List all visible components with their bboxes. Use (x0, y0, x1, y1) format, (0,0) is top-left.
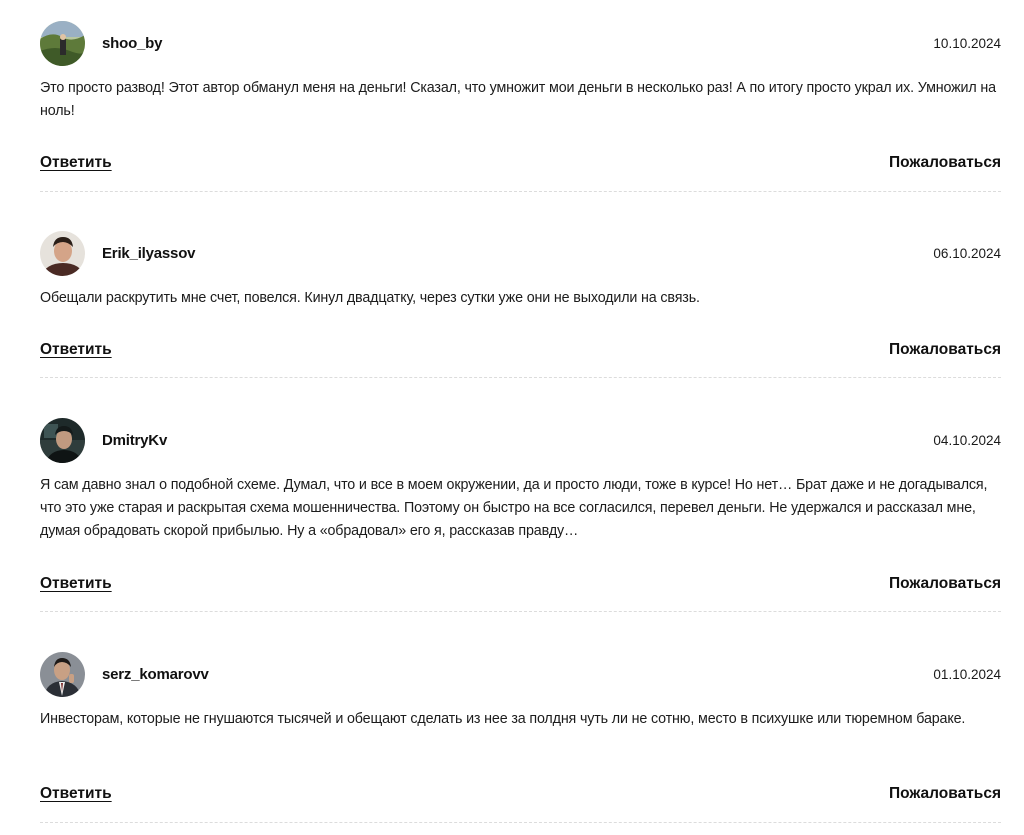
avatar[interactable] (40, 417, 85, 463)
comments-list: shoo_by 10.10.2024 Это просто развод! Эт… (0, 0, 1024, 835)
comment-header: serz_komarovv 01.10.2024 (40, 651, 1001, 697)
report-button[interactable]: Пожаловаться (889, 341, 1001, 359)
avatar[interactable] (40, 20, 85, 66)
comment-text: Я сам давно знал о подобной схеме. Думал… (40, 477, 988, 539)
avatar[interactable] (40, 651, 85, 697)
report-button[interactable]: Пожаловаться (889, 575, 1001, 593)
avatar-man-car-image (40, 417, 85, 463)
comment-item: serz_komarovv 01.10.2024 Инвесторам, кот… (40, 651, 1001, 731)
comment-actions: Ответить Пожаловаться (40, 783, 1001, 805)
comment-header: shoo_by 10.10.2024 (40, 20, 1001, 66)
avatar-landscape-image (40, 20, 85, 66)
avatar-man-portrait-image (40, 230, 85, 276)
comment-date: 10.10.2024 (933, 35, 1001, 51)
reply-button[interactable]: Ответить (40, 341, 112, 359)
comment-actions: Ответить Пожаловаться (40, 339, 1001, 361)
comment-actions: Ответить Пожаловаться (40, 573, 1001, 595)
comment-username[interactable]: serz_komarovv (102, 666, 209, 683)
comment-divider (40, 822, 1001, 823)
report-button[interactable]: Пожаловаться (889, 785, 1001, 803)
comment-date: 04.10.2024 (933, 432, 1001, 448)
comment-item: DmitryKv 04.10.2024 Я сам давно знал о п… (40, 417, 1001, 543)
avatar-man-suit-image (40, 651, 85, 697)
comment-divider (40, 611, 1001, 612)
comment-date: 01.10.2024 (933, 666, 1001, 682)
comment-text: Обещали раскрутить мне счет, повелся. Ки… (40, 290, 700, 306)
reply-button[interactable]: Ответить (40, 154, 112, 172)
avatar[interactable] (40, 230, 85, 276)
reply-button[interactable]: Ответить (40, 785, 112, 803)
comment-username[interactable]: shoo_by (102, 35, 162, 52)
comment-username[interactable]: Erik_ilyassov (102, 245, 196, 262)
comment-divider (40, 191, 1001, 192)
comment-item: Erik_ilyassov 06.10.2024 Обещали раскрут… (40, 230, 1001, 310)
comment-divider (40, 377, 1001, 378)
comment-text: Это просто развод! Этот автор обманул ме… (40, 80, 996, 119)
reply-button[interactable]: Ответить (40, 575, 112, 593)
comment-username[interactable]: DmitryKv (102, 432, 167, 449)
comment-actions: Ответить Пожаловаться (40, 152, 1001, 174)
report-button[interactable]: Пожаловаться (889, 154, 1001, 172)
comment-header: Erik_ilyassov 06.10.2024 (40, 230, 1001, 276)
comment-date: 06.10.2024 (933, 245, 1001, 261)
comment-header: DmitryKv 04.10.2024 (40, 417, 1001, 463)
comment-item: shoo_by 10.10.2024 Это просто развод! Эт… (40, 20, 1001, 123)
comment-text: Инвесторам, которые не гнушаются тысячей… (40, 711, 966, 727)
